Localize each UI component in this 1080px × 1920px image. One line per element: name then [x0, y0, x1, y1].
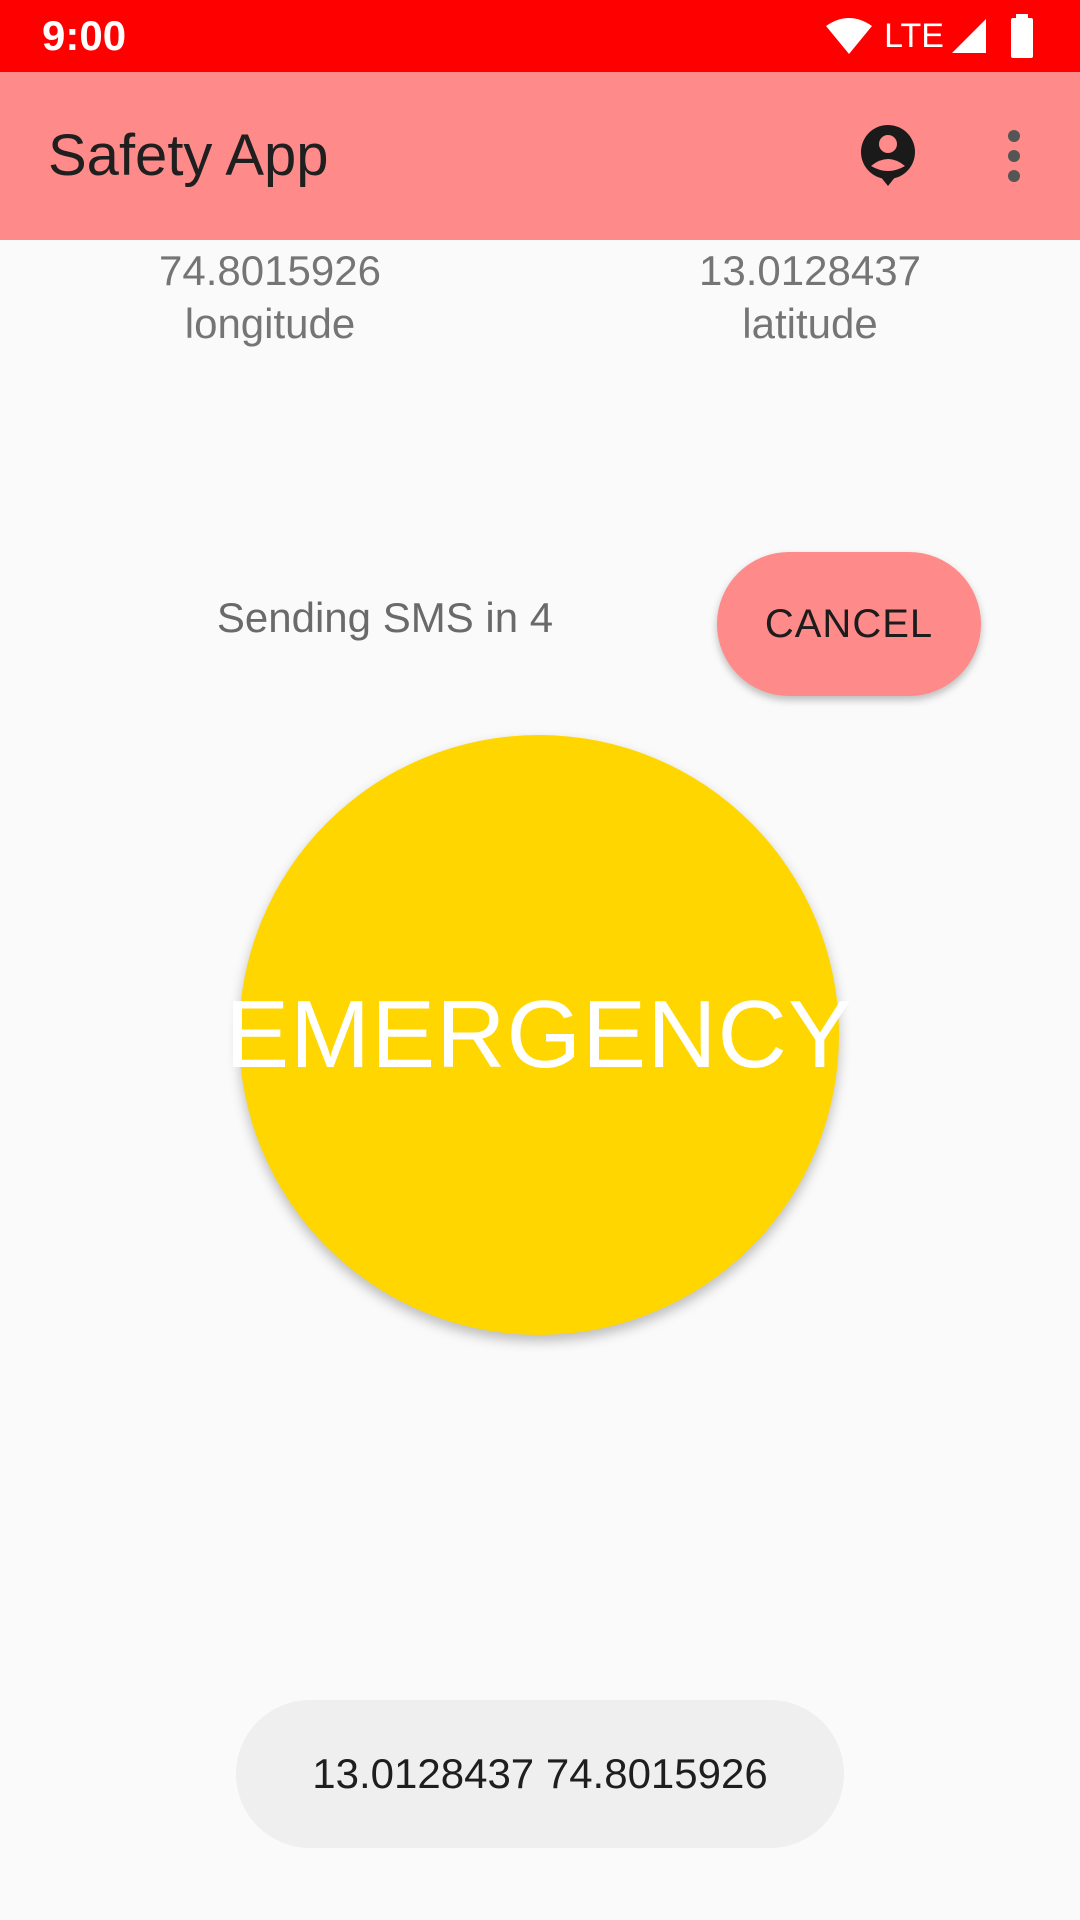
- account-icon: [861, 125, 915, 186]
- status-bar: 9:00 LTE: [0, 0, 1080, 72]
- status-icons: LTE: [824, 14, 1040, 58]
- battery-icon: [1011, 14, 1033, 58]
- latitude-value: 13.0128437: [699, 247, 921, 294]
- network-type-label: LTE: [884, 17, 944, 55]
- cancel-button[interactable]: CANCEL: [717, 552, 981, 696]
- emergency-label: EMERGENCY: [225, 981, 853, 1088]
- longitude-block: 74.8015926 longitude: [70, 246, 470, 352]
- app-title: Safety App: [48, 123, 329, 188]
- app-bar: Safety App: [0, 72, 1080, 240]
- latitude-label: latitude: [742, 300, 878, 347]
- wifi-icon: [826, 18, 873, 54]
- more-vert-icon: [1008, 130, 1020, 182]
- status-time: 9:00: [42, 12, 127, 59]
- location-toast: 13.0128437 74.8015926: [236, 1700, 844, 1848]
- latitude-block: 13.0128437 latitude: [610, 246, 1010, 352]
- longitude-label: longitude: [184, 300, 356, 347]
- signal-icon: [952, 19, 986, 53]
- more-options-button[interactable]: [990, 126, 1038, 186]
- profile-button[interactable]: [854, 122, 922, 190]
- sms-countdown-text: Sending SMS in 4: [216, 594, 554, 641]
- longitude-value: 74.8015926: [159, 247, 381, 294]
- emergency-button[interactable]: EMERGENCY: [225, 735, 852, 1335]
